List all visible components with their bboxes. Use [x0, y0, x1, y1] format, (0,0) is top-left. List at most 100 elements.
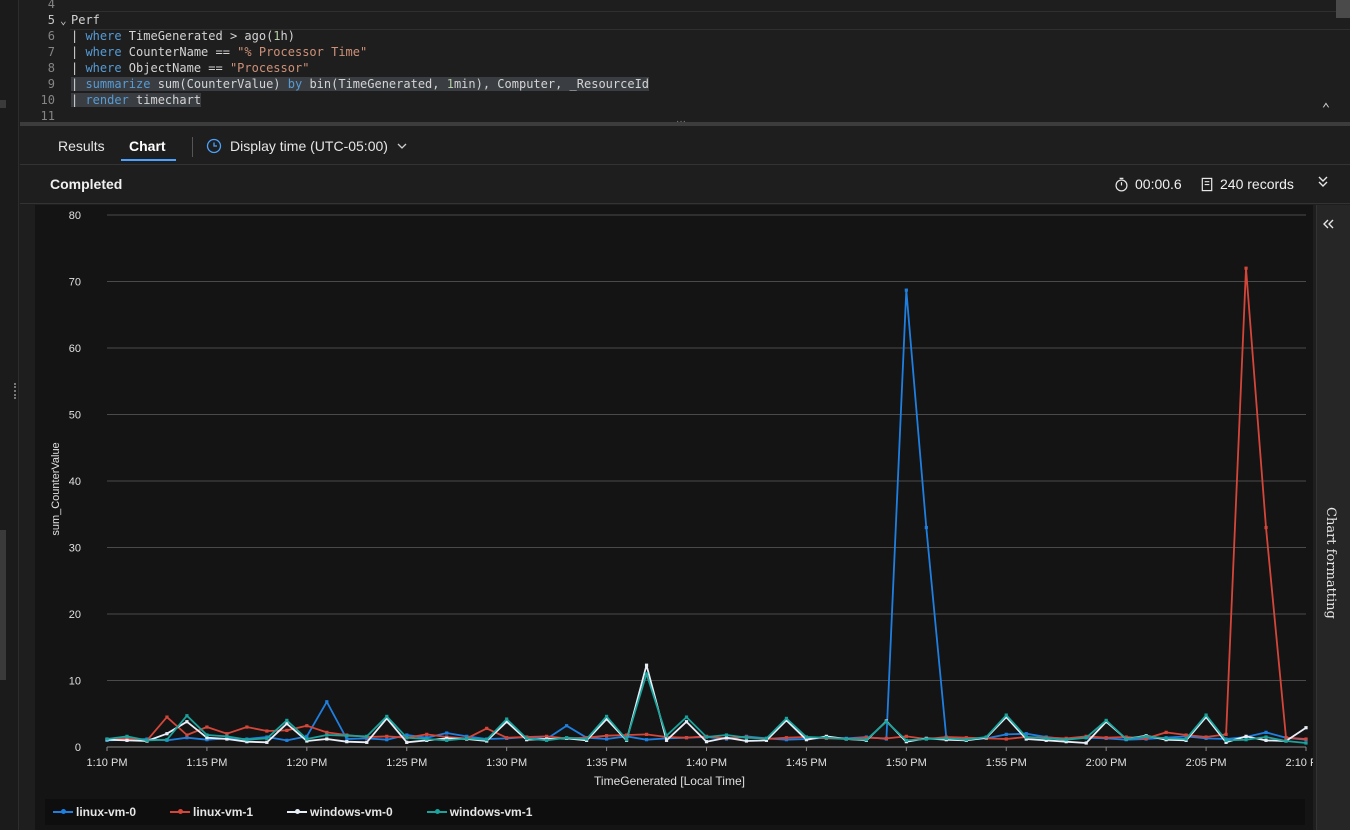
data-point [1104, 736, 1108, 740]
data-point [804, 735, 809, 739]
code-text: | summarize sum(CounterValue) by bin(Tim… [71, 76, 650, 92]
y-tick-label: 80 [69, 210, 81, 222]
data-point [285, 718, 289, 722]
display-time-dropdown[interactable]: Display time (UTC-05:00) [206, 138, 408, 154]
code-token: | [71, 61, 86, 75]
x-tick-label: 1:50 PM [886, 757, 927, 769]
code-token: | [71, 29, 86, 43]
legend-item[interactable]: linux-vm-1 [170, 805, 253, 819]
double-chevron-down-icon[interactable] [1316, 174, 1330, 190]
data-point [565, 724, 569, 728]
chart-area[interactable]: 0 10 20 30 40 50 60 70 80 1:10 PM 1:15 PM 1:20 PM 1:… [35, 205, 1313, 830]
line-number: 6 [47, 29, 55, 43]
data-point [904, 738, 908, 742]
data-point [365, 734, 369, 738]
data-point [744, 736, 749, 740]
data-point [1124, 737, 1128, 741]
record-count-value: 240 records [1220, 176, 1294, 192]
data-point [764, 736, 769, 740]
chevron-down-icon [397, 143, 407, 149]
data-point [924, 525, 928, 530]
code-token: ObjectName == [121, 61, 230, 75]
code-token: CounterName == [121, 45, 238, 59]
data-point [485, 738, 489, 742]
data-point [1264, 738, 1268, 742]
data-point [1024, 735, 1028, 739]
data-point [1204, 735, 1208, 739]
query-editor[interactable]: ⌄ 4 5 Perf 6 | where TimeGenerated > ago(1h)… [20, 0, 1350, 123]
data-point [1044, 736, 1048, 740]
data-point [784, 716, 789, 721]
line-number: 5 [47, 13, 55, 27]
data-point [1204, 713, 1208, 717]
data-point [385, 714, 389, 719]
data-point [604, 714, 609, 719]
timechart[interactable]: 0 10 20 30 40 50 60 70 80 1:10 PM 1:15 PM 1:20 PM 1:… [35, 205, 1313, 799]
x-axis-label: TimeGenerated [Local Time] [594, 774, 745, 788]
code-token: "% Processor Time" [237, 45, 368, 59]
y-tick-label: 70 [69, 277, 81, 289]
data-point [1164, 730, 1168, 734]
data-point [1184, 737, 1188, 741]
data-point [624, 738, 629, 742]
data-point [1144, 734, 1148, 738]
data-point [305, 724, 309, 728]
x-tick-label: 1:55 PM [986, 757, 1027, 769]
data-point [884, 720, 888, 724]
data-point [485, 726, 489, 730]
code-token: sum(CounterValue) [150, 77, 288, 91]
data-point [385, 738, 389, 742]
data-point [704, 735, 709, 739]
double-chevron-up-icon[interactable]: ⌃ [1317, 100, 1335, 118]
data-point [644, 672, 649, 676]
data-point [585, 737, 589, 741]
data-point [924, 737, 928, 741]
data-point [325, 733, 329, 737]
data-point [165, 715, 169, 719]
legend-item[interactable]: windows-vm-1 [426, 805, 533, 819]
y-tick-label: 20 [69, 609, 81, 621]
data-point [1244, 738, 1248, 742]
series-line-windows-vm-1 [106, 672, 1307, 744]
data-point [1064, 738, 1068, 742]
left-gutter-strip [0, 0, 19, 830]
tab-results[interactable]: Results [58, 138, 105, 154]
code-token: where [85, 29, 122, 43]
legend-dot [434, 809, 440, 814]
x-tick-label: 1:20 PM [286, 757, 327, 769]
data-point [505, 717, 509, 721]
display-time-label: Display time (UTC-05:00) [230, 138, 388, 154]
data-point [784, 736, 789, 740]
data-point [245, 725, 249, 729]
code-token: | [71, 77, 86, 91]
results-tabs: Results Chart Display time (UTC-05:00) [20, 126, 1350, 165]
legend-label: windows-vm-1 [449, 805, 533, 819]
data-point [325, 700, 329, 704]
data-point [1304, 741, 1308, 745]
code-token: TimeGenerated > ago( [121, 29, 274, 43]
data-point [664, 738, 669, 742]
chart-formatting-panel[interactable]: Chart formatting [1316, 205, 1350, 830]
chart-formatting-label[interactable]: Chart formatting [1323, 507, 1338, 619]
code-token: render [85, 93, 129, 107]
legend-item[interactable]: linux-vm-0 [53, 805, 136, 819]
line-number: 4 [47, 0, 55, 11]
data-point [245, 738, 249, 742]
legend-dot [295, 809, 301, 814]
data-point [105, 737, 109, 741]
editor-scrollbar[interactable] [1336, 0, 1350, 18]
gutter-scrollbar[interactable] [0, 530, 6, 680]
code-token: min), Computer, _ResourceId [453, 77, 650, 91]
data-point [205, 725, 209, 729]
chevron-down-icon[interactable]: ⌄ [60, 14, 67, 27]
double-chevron-left-icon[interactable] [1321, 217, 1335, 231]
data-point [864, 738, 868, 742]
code-token: by [287, 77, 303, 91]
legend-item[interactable]: windows-vm-0 [287, 805, 393, 819]
data-point [724, 733, 729, 737]
data-point [684, 715, 689, 719]
data-point [425, 737, 429, 741]
resize-grip[interactable] [14, 383, 18, 399]
active-tab-indicator [121, 159, 176, 161]
tab-chart[interactable]: Chart [129, 138, 166, 154]
